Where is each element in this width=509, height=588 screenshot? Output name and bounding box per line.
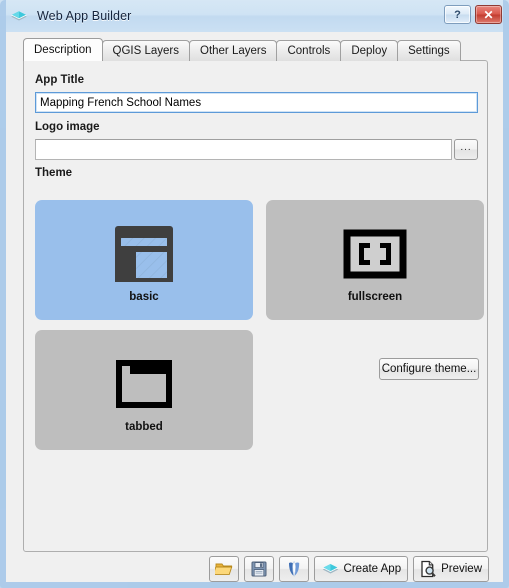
browse-logo-button[interactable]: ... xyxy=(454,139,478,160)
preview-label: Preview xyxy=(441,563,482,575)
layers-diamond-icon xyxy=(321,560,340,579)
qgis-tulip-icon xyxy=(286,560,302,578)
app-title-input[interactable] xyxy=(35,92,478,113)
tab-qgis-layers[interactable]: QGIS Layers xyxy=(101,40,190,61)
window-layout-icon xyxy=(108,217,180,289)
save-as-button[interactable] xyxy=(278,556,309,582)
logo-image-label: Logo image xyxy=(35,121,100,133)
theme-card-basic[interactable]: basic xyxy=(35,200,253,320)
preview-button[interactable]: Preview xyxy=(413,556,489,582)
tab-other-layers[interactable]: Other Layers xyxy=(189,40,278,61)
save-project-button[interactable] xyxy=(243,556,274,582)
page-magnifier-icon xyxy=(420,560,437,578)
theme-section-label: Theme xyxy=(35,167,73,179)
create-app-button[interactable]: Create App xyxy=(313,556,409,582)
tab-description[interactable]: Description xyxy=(23,38,103,61)
dialog-body: Description QGIS Layers Other Layers Con… xyxy=(6,32,503,582)
app-title-label: App Title xyxy=(35,74,84,86)
dialog-button-bar: Create App Preview xyxy=(6,556,503,582)
tab-settings[interactable]: Settings xyxy=(397,40,461,61)
theme-card-tabbed[interactable]: tabbed xyxy=(35,330,253,450)
configure-theme-button[interactable]: Configure theme... xyxy=(379,358,479,380)
theme-card-label: basic xyxy=(129,291,159,303)
theme-card-label: fullscreen xyxy=(347,291,403,303)
theme-card-label: tabbed xyxy=(125,421,163,433)
tab-controls[interactable]: Controls xyxy=(276,40,342,61)
create-app-label: Create App xyxy=(343,563,402,575)
application-window: Web App Builder ? ✕ Description QGIS Lay… xyxy=(0,0,509,588)
logo-image-input[interactable] xyxy=(35,139,452,160)
floppy-disk-icon xyxy=(251,561,267,577)
tab-bar: Description QGIS Layers Other Layers Con… xyxy=(23,38,461,61)
tab-deploy[interactable]: Deploy xyxy=(340,40,399,61)
open-project-button[interactable] xyxy=(208,556,239,582)
tabbed-folder-icon xyxy=(108,347,180,419)
open-folder-icon xyxy=(214,561,233,577)
description-tab-panel: App Title Logo image ... Theme xyxy=(23,60,488,552)
fullscreen-corners-icon xyxy=(339,217,411,289)
theme-card-fullscreen[interactable]: fullscreen xyxy=(266,200,484,320)
